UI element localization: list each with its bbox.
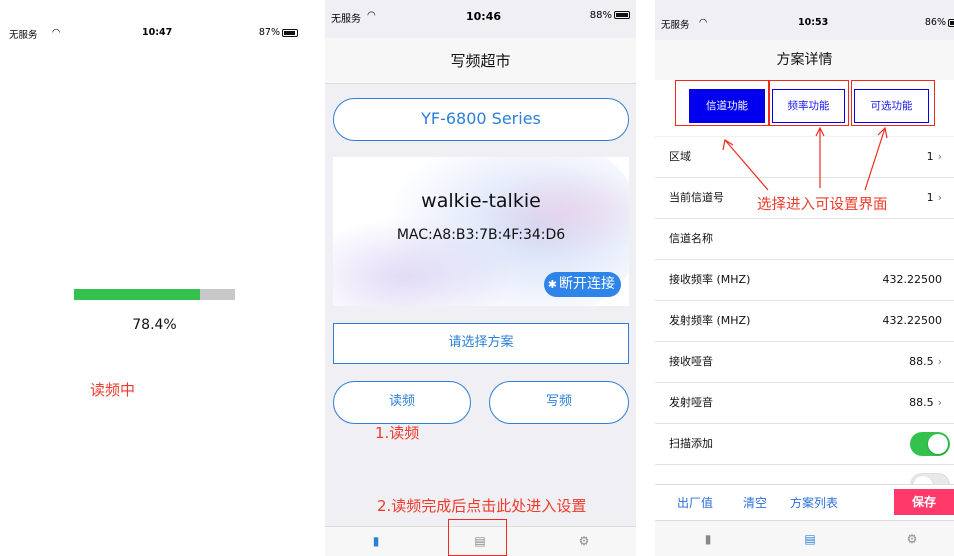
- list-item-rx-frequency[interactable]: 接收频率 (MHZ) 432.22500: [655, 260, 954, 301]
- settings-tab-icon[interactable]: ⚙: [577, 534, 591, 549]
- list-item-tx-tone[interactable]: 发射哑音 88.5 ›: [655, 383, 954, 424]
- tutorial-collage: 无服务 ◠ 10:47 87% 78.4% 读频中 无服务 ◠ 10:46 88…: [0, 0, 954, 556]
- bluetooth-icon: ✱: [547, 278, 557, 291]
- highlight-box: [769, 80, 849, 126]
- row-label: 接收哑音: [669, 355, 713, 368]
- page-title: 写频超市: [325, 38, 636, 84]
- annotation-select-entry: 选择进入可设置界面: [757, 197, 888, 213]
- select-scheme-button[interactable]: 请选择方案: [333, 323, 629, 364]
- row-value: 1: [926, 150, 934, 163]
- list-item-region[interactable]: 区域 1 ›: [655, 137, 954, 178]
- screen-scheme-details: 无服务 ◠ 10:53 86% 方案详情 信道功能 频率功能 可选功能 区域 1 ›…: [655, 0, 954, 556]
- device-card: walkie-talkie MAC:A8:B3:7B:4F:34:D6 ✱ 断开连…: [333, 157, 629, 306]
- walkie-talkie-tab-icon[interactable]: ▮: [701, 532, 715, 547]
- highlight-box: [675, 80, 769, 126]
- read-button[interactable]: 读频: [333, 381, 471, 424]
- chevron-right-icon: ›: [937, 355, 942, 368]
- chevron-right-icon: ›: [937, 191, 942, 204]
- carrier-label: 无服务: [331, 14, 361, 25]
- clear-button[interactable]: 清空: [743, 494, 767, 511]
- disconnect-button[interactable]: ✱ 断开连接: [543, 272, 621, 297]
- row-label: 发射哑音: [669, 396, 713, 409]
- read-progress-fill: [74, 289, 201, 300]
- save-button[interactable]: 保存: [894, 489, 954, 515]
- list-item-tx-frequency[interactable]: 发射频率 (MHZ) 432.22500: [655, 301, 954, 342]
- annotation-step1: 1.读频: [375, 424, 420, 442]
- carrier-label: 无服务: [661, 20, 690, 31]
- settings-tab-icon[interactable]: ⚙: [905, 532, 919, 547]
- device-mac: MAC:A8:B3:7B:4F:34:D6: [396, 227, 566, 243]
- battery-icon: [948, 18, 954, 27]
- chevron-right-icon: ›: [937, 396, 942, 409]
- carrier-label: 无服务: [9, 30, 38, 41]
- row-value: 432.22500: [882, 314, 943, 327]
- row-label: 扫描添加: [669, 437, 713, 450]
- action-bar: 出厂值 清空 方案列表 保存: [655, 484, 954, 520]
- battery-percent: 87%: [258, 27, 280, 38]
- battery-indicator: 86%: [925, 17, 954, 28]
- battery-indicator: 88%: [590, 10, 630, 21]
- row-label: 区域: [669, 150, 691, 163]
- list-item-scan-add: 扫描添加: [655, 424, 954, 465]
- page-title: 方案详情: [655, 40, 954, 80]
- highlight-box: [851, 80, 935, 126]
- battery-indicator: 87%: [259, 27, 298, 38]
- wifi-icon: ◠: [699, 17, 708, 28]
- row-value: 1: [926, 191, 934, 204]
- highlight-box: [448, 519, 507, 556]
- list-item-channel-name[interactable]: 信道名称: [655, 219, 954, 260]
- annotation-step2: 2.读频完成后点击此处进入设置: [377, 497, 587, 515]
- screen-home: 无服务 ◠ 10:46 88% 写频超市 YF-6800 Series walk…: [325, 0, 636, 556]
- screen-reading: 无服务 ◠ 10:47 87% 78.4% 读频中: [0, 0, 320, 556]
- status-time: 10:46: [466, 10, 502, 23]
- row-label: 信道名称: [669, 232, 713, 245]
- factory-default-button[interactable]: 出厂值: [677, 494, 713, 511]
- series-select-button[interactable]: YF-6800 Series: [333, 98, 629, 141]
- row-label: 当前信道号: [669, 191, 724, 204]
- read-progress-text: 78.4%: [132, 317, 177, 333]
- row-label: 接收频率 (MHZ): [669, 273, 751, 286]
- list-item-rx-tone[interactable]: 接收哑音 88.5 ›: [655, 342, 954, 383]
- battery-percent: 88%: [589, 10, 612, 21]
- scan-add-toggle[interactable]: [910, 432, 950, 456]
- scheme-list-button[interactable]: 方案列表: [790, 494, 838, 511]
- device-name: walkie-talkie: [421, 190, 541, 212]
- row-value: 88.5: [909, 396, 934, 409]
- disconnect-label: 断开连接: [559, 276, 615, 292]
- row-label: 发射频率 (MHZ): [669, 314, 751, 327]
- document-tab-icon[interactable]: ▤: [803, 532, 817, 547]
- chevron-right-icon: ›: [937, 150, 942, 163]
- battery-icon: [282, 28, 298, 37]
- wifi-icon: ◠: [367, 10, 376, 21]
- status-time: 10:47: [142, 27, 173, 38]
- wifi-icon: ◠: [52, 27, 61, 38]
- read-progress-bar: [74, 289, 235, 300]
- battery-icon: [614, 11, 630, 19]
- row-value: 432.22500: [882, 273, 943, 286]
- write-button[interactable]: 写频: [489, 381, 629, 424]
- tab-bar: ▮ ▤ ⚙: [655, 520, 954, 556]
- battery-percent: 86%: [924, 17, 946, 28]
- annotation-reading: 读频中: [90, 381, 136, 399]
- row-value: 88.5: [909, 355, 934, 368]
- walkie-talkie-tab-icon[interactable]: ▮: [369, 534, 383, 549]
- status-time: 10:53: [798, 17, 829, 28]
